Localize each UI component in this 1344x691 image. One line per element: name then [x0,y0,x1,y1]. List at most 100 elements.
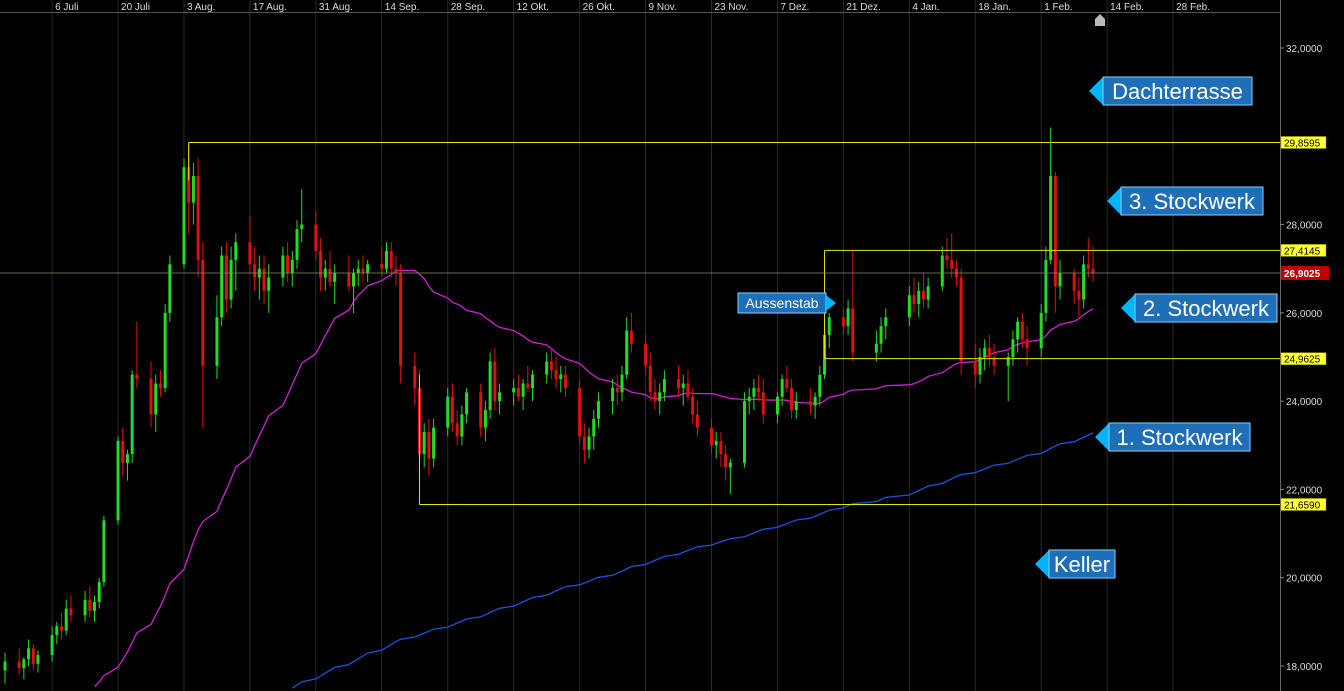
candle-body [531,374,535,388]
candle-body [281,255,285,278]
candle [808,387,812,415]
candle-body [1025,339,1029,349]
candle [1058,259,1062,300]
candle-body [182,167,186,265]
candlestick-chart[interactable]: 6 Juli 20 Juli 3 Aug. 17 Aug. 31 Aug. 14 Sep.… [0,0,1344,691]
candle-body [907,295,911,318]
candle-body [710,427,713,446]
y-axis: 32,0000 28,0000 26,0000 24,0000 22,0000 20,00… [1280,0,1323,691]
candle-body [460,414,464,437]
candle [314,211,318,260]
x-tick-label: 31 Aug. [319,2,353,13]
candle [248,215,252,274]
candle [201,242,205,428]
candle [531,370,535,402]
candle [483,401,487,441]
candle-body [1020,321,1024,340]
candle [22,657,26,680]
candle-body [648,365,652,393]
candle-body [300,224,304,229]
candle [1025,326,1029,366]
candle-body [88,599,92,611]
x-tick-label: 3 Aug. [187,2,215,13]
candle-body [841,317,845,327]
candle [794,392,798,419]
candle-body [714,440,718,446]
candle [229,246,233,309]
x-tick-label: 17 Aug. [253,2,287,13]
candle-body [385,251,389,269]
candle-body [83,599,87,616]
candle [352,268,356,313]
candle-body [201,259,205,366]
candle-body [267,277,271,291]
candle-body [422,432,426,455]
candle [493,348,497,410]
candle [629,312,633,353]
candle [611,379,615,415]
candle [653,379,657,410]
candle [413,352,417,406]
candle [780,374,784,406]
candle-body [629,330,633,344]
callout-text: Aussenstab [745,295,818,311]
candle [1049,127,1053,265]
candle [992,343,996,375]
callout-text: Dachterrasse [1112,79,1243,104]
candle [31,643,35,671]
candle-body [926,286,930,300]
candle-body [92,601,96,611]
x-tick-label: 14 Feb. [1110,2,1144,13]
candle-body [224,255,228,300]
annotation-dachterrasse: Dachterrasse [1089,76,1253,106]
candle [695,401,699,437]
candle [987,334,991,366]
candle [578,379,582,446]
candle-body [234,242,238,260]
candle-body [1077,290,1081,300]
candle [521,379,525,410]
candle-body [55,626,59,636]
candle-body [879,326,883,344]
candle-body [620,374,624,393]
candle [267,264,271,313]
callout-arrow-icon [1121,294,1135,322]
candle-body [361,268,365,274]
candle-body [125,454,129,463]
candle-body [813,396,817,406]
candle-body [1091,268,1095,274]
x-tick-label: 7 Dez. [780,2,809,13]
candle [191,162,195,225]
candle-body [1049,176,1053,260]
candle [554,357,558,388]
candle [620,365,624,402]
callout-arrow-icon [1095,423,1109,451]
candle-body [950,259,954,269]
candle-body [563,374,567,388]
scroll-marker-icon[interactable] [1095,14,1105,26]
candle [1077,277,1081,318]
candle [121,427,125,477]
candle-body [158,383,162,388]
candle-body [559,374,563,380]
candle-body [450,396,454,424]
candle-body [653,392,657,402]
candle-body [973,361,977,375]
candle [724,445,728,481]
callout-text: 2. Stockwerk [1143,296,1270,321]
candle-body [295,228,299,260]
candle-body [427,432,431,459]
candle [149,361,153,428]
callout-text: 3. Stockwerk [1129,189,1256,214]
y-tick-label: 32,0000 [1286,44,1323,55]
candle-body [719,440,723,455]
candle-body [874,343,878,353]
candle-body [220,255,224,318]
candle [545,352,549,384]
candle-body [229,259,233,300]
candle-body [253,264,257,278]
candle-body [69,608,73,616]
candle [323,259,327,291]
candle-body [488,361,492,410]
candle-body [582,436,586,450]
